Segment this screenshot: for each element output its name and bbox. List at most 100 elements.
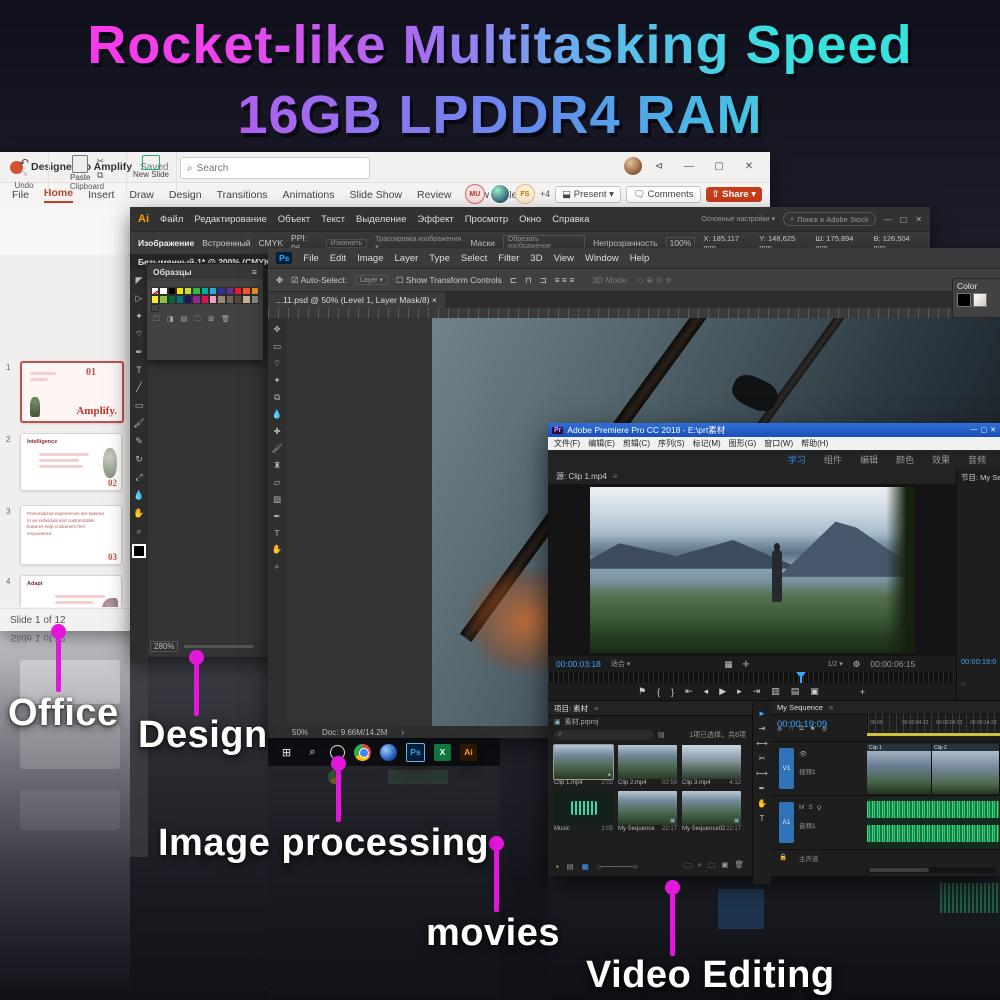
marker-icon[interactable]: ⚑ [810, 725, 816, 733]
color-swatch[interactable] [234, 295, 242, 303]
direct-selection-tool[interactable]: ▷ [136, 293, 143, 304]
timeline-settings-icon[interactable]: ⚙ [822, 725, 828, 733]
clear-icon[interactable]: 🗑 [734, 860, 744, 873]
color-swatch[interactable] [217, 287, 225, 295]
time-ruler[interactable]: 00:00 00:00:04:23 00:00:09:23 00:00:14:2… [867, 714, 1000, 733]
step-back-icon[interactable]: ◂ [704, 686, 709, 697]
list-icon[interactable]: ▤ [658, 731, 665, 739]
menu-layer[interactable]: Layer [395, 253, 419, 264]
heal-tool[interactable]: ✚ [273, 426, 280, 437]
step-forward-icon[interactable]: ▸ [737, 686, 742, 697]
menu-help[interactable]: 帮助(H) [801, 438, 828, 449]
color-swatch[interactable] [201, 295, 209, 303]
menu-edit[interactable]: Edit [330, 253, 346, 264]
brush-tool[interactable]: 🖌 [133, 418, 144, 429]
color-swatch[interactable] [192, 295, 200, 303]
workspace-effects[interactable]: 效果 [932, 453, 950, 466]
menu-object[interactable]: Объект [278, 214, 310, 225]
tab-slideshow[interactable]: Slide Show [350, 189, 403, 201]
zoom-level[interactable]: 280% [150, 641, 178, 652]
align-right-icon[interactable]: ⊐ [540, 275, 547, 286]
scale-tool[interactable]: ⤢ [135, 472, 142, 483]
auto-select-checkbox[interactable]: ☑ Auto-Select: [291, 275, 347, 286]
menu-view[interactable]: Просмотр [465, 214, 508, 225]
export-frame-icon[interactable]: ▣ [810, 686, 819, 697]
timeline-clip[interactable]: Clip 2 [932, 744, 1000, 794]
tab-animations[interactable]: Animations [283, 189, 335, 201]
track-select-tool[interactable]: ⇥ [759, 724, 766, 733]
search-box[interactable]: ⌕ Search [180, 157, 370, 179]
wrench-icon[interactable]: ⚙ [853, 659, 861, 670]
show-transform-checkbox[interactable]: ☐ Show Transform Controls [396, 275, 502, 286]
masks-button[interactable]: Маски [470, 238, 495, 248]
selection-tool[interactable]: ◤ [136, 275, 143, 286]
project-panel-tab[interactable]: 项目: 素材≡ [548, 701, 752, 716]
color-swatch[interactable] [151, 304, 159, 312]
hand-tool[interactable]: ✋ [272, 544, 283, 555]
wand-tool[interactable]: ✦ [273, 375, 280, 386]
menu-effect[interactable]: Эффект [417, 214, 453, 225]
menu-type[interactable]: Текст [321, 214, 345, 225]
type-tool[interactable]: T [136, 365, 142, 375]
razor-tool[interactable]: ✂ [759, 754, 766, 763]
menu-file[interactable]: Файл [160, 214, 183, 225]
foreground-color-chip[interactable] [957, 293, 971, 307]
find-icon[interactable]: ⌕ [698, 860, 702, 873]
zoom-tool[interactable]: ⌕ [275, 561, 280, 572]
fill-stroke-chips[interactable] [132, 544, 146, 558]
mark-in-icon[interactable]: { [657, 687, 660, 697]
color-swatch[interactable] [151, 295, 159, 303]
pen-tool[interactable]: ✒ [273, 511, 280, 522]
color-swatch[interactable] [251, 287, 259, 295]
background-color-chip[interactable] [973, 293, 987, 307]
project-item[interactable]: Clip 2.mp402:59 [618, 745, 677, 786]
audio-clips[interactable] [867, 798, 999, 848]
color-swatch[interactable] [184, 287, 192, 295]
play-button[interactable]: ▶ [719, 686, 726, 697]
close-button[interactable]: ✕ [990, 426, 996, 434]
color-swatch[interactable] [184, 295, 192, 303]
maximize-button[interactable]: ▢ [706, 156, 732, 176]
solo-icon[interactable]: S [808, 804, 812, 812]
gradient-tool[interactable]: ▨ [273, 494, 281, 505]
avatar[interactable] [624, 157, 642, 175]
color-swatch[interactable] [168, 287, 176, 295]
photoshop-document-tab[interactable]: ...11.psd @ 50% (Level 1, Layer Mask/8) … [268, 292, 1000, 308]
menu-edit[interactable]: 编辑(E) [588, 438, 615, 449]
color-swatch[interactable] [159, 295, 167, 303]
menu-image[interactable]: Image [357, 253, 383, 264]
minimize-button[interactable]: — [884, 215, 892, 224]
pen-tool[interactable]: ✒ [759, 784, 766, 793]
menu-sequence[interactable]: 序列(S) [658, 438, 685, 449]
delete-swatch-icon[interactable]: 🗑 [221, 315, 230, 326]
pen-tool[interactable]: ✒ [135, 347, 143, 358]
slide-thumbnail-2[interactable]: Intelligence 02 [20, 433, 122, 491]
workspace-learning[interactable]: 学习 [788, 453, 806, 466]
menu-graphics[interactable]: 图形(G) [729, 438, 757, 449]
menu-file[interactable]: File [303, 253, 318, 264]
insert-icon[interactable]: ▥ [771, 686, 780, 697]
settings-icon[interactable]: ▦ [724, 659, 732, 670]
lock-icon[interactable]: 🔒 [779, 853, 787, 861]
menu-edit[interactable]: Редактирование [194, 214, 266, 225]
zoom-tool[interactable]: ⌕ [136, 526, 141, 537]
track-target-v1[interactable]: V1 [779, 748, 794, 789]
tab-review[interactable]: Review [417, 189, 451, 201]
overwrite-icon[interactable]: ▤ [791, 686, 800, 697]
stock-search-box[interactable]: ⌕Поиск в Adobe Stock [783, 212, 876, 226]
source-monitor-tab[interactable]: 源: Clip 1.mp4≡ [548, 469, 971, 485]
color-swatch[interactable] [201, 287, 209, 295]
taskbar-illustrator-icon[interactable]: Ai [460, 744, 477, 761]
new-group-icon[interactable]: 🗀 [194, 315, 201, 326]
lasso-tool[interactable]: ⌔ [135, 329, 143, 340]
menu-window[interactable]: Window [585, 253, 619, 264]
align-center-icon[interactable]: ⊓ [525, 275, 532, 286]
menu-type[interactable]: Type [429, 253, 450, 264]
collab-more[interactable]: +4 [540, 189, 550, 199]
menu-marker[interactable]: 标记(M) [693, 438, 721, 449]
rectangle-tool[interactable]: ▭ [135, 400, 144, 411]
copy-icon[interactable]: ⧉ [96, 169, 104, 183]
distribute-icons[interactable]: ≡ ≡ ≡ [555, 275, 575, 285]
eye-icon[interactable]: 👁 [799, 750, 807, 758]
color-swatch[interactable] [176, 287, 184, 295]
